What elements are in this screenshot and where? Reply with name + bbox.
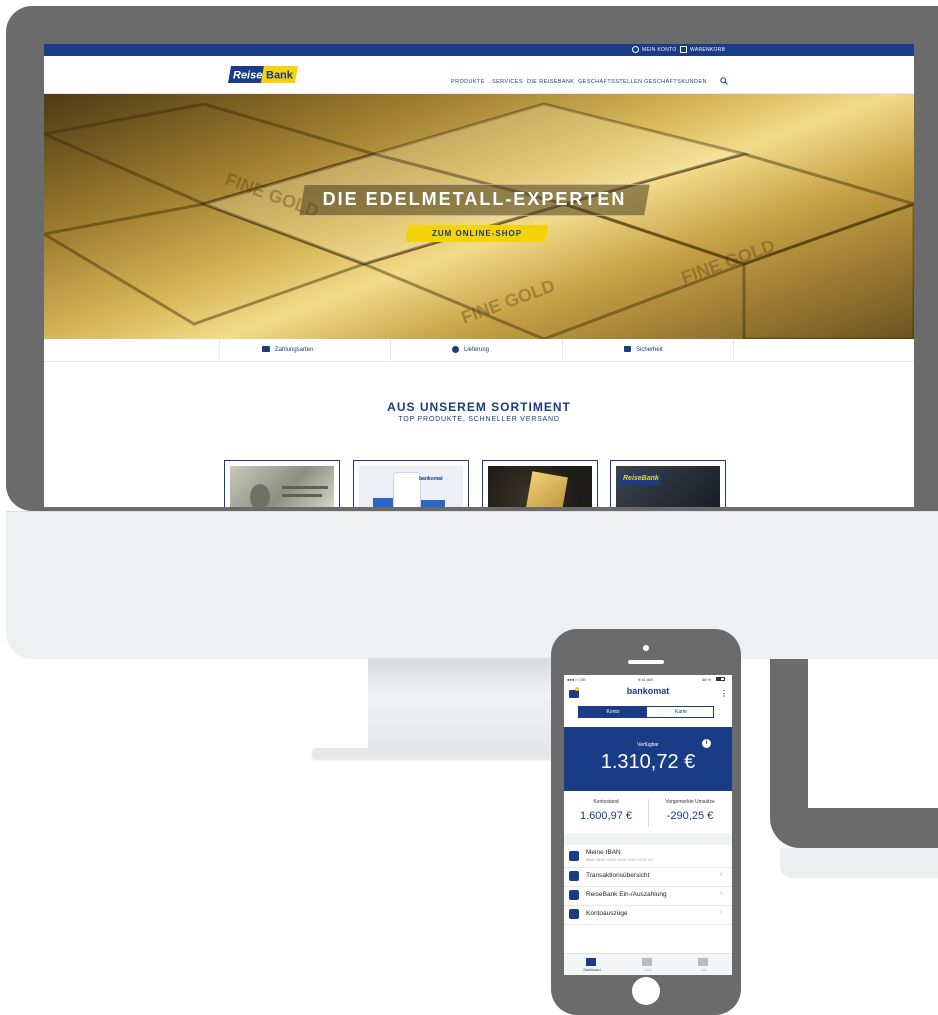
- iban-value: IBAN: DEXX XXXX XXXX XXXX XXXX XX: [586, 858, 653, 862]
- reisebank-logo[interactable]: Reise Bank: [228, 66, 298, 83]
- monitor-chin: [6, 511, 938, 659]
- app-name: bankomat: [626, 686, 670, 696]
- tablet-bottom: [780, 848, 938, 878]
- product-card-bankomat[interactable]: bankomat: [353, 460, 469, 507]
- battery-icon: [716, 677, 725, 681]
- nav-info[interactable]: Info: [676, 954, 732, 975]
- available-balance: 1.310,72 €: [600, 751, 696, 773]
- nav-die-reisebank[interactable]: DIE REISEBANK: [527, 79, 574, 85]
- bottom-navigation: Dashboard Geld Info: [564, 953, 732, 975]
- kontostand-value: 1.600,97 €: [580, 810, 632, 822]
- card-reisebank-text: ReiseBank: [623, 475, 659, 482]
- chevron-right-icon: ›: [720, 890, 723, 897]
- nav-dashboard-label: Dashboard: [583, 968, 601, 972]
- chart-icon: [569, 871, 579, 881]
- online-shop-button[interactable]: ZUM ONLINE-SHOP: [407, 225, 547, 242]
- bankomat-app-image: bankomat: [359, 466, 463, 507]
- iban-label: Meine IBAN: [586, 849, 621, 856]
- iban-icon: [569, 851, 579, 861]
- info-bar: Zahlungsarten Lieferung Sicherheit: [44, 339, 914, 362]
- section-title: AUS UNSEREM SORTIMENT: [387, 400, 571, 414]
- cash-icon: [569, 890, 579, 900]
- lock-icon: [624, 346, 631, 353]
- dashboard-icon: [586, 958, 596, 966]
- website-screen: MEIN KONTO WARENKORB Reise Bank PRODUKTE…: [44, 44, 914, 507]
- credit-card-icon: [262, 346, 270, 353]
- list-item-transactions[interactable]: Transaktionsübersicht ›: [564, 867, 732, 887]
- gold-bar-image: [488, 466, 592, 507]
- list-item-deposit[interactable]: ReiseBank Ein-/Auszahlung ›: [564, 886, 732, 906]
- main-navigation: Reise Bank PRODUKTE SERVICES DIE REISEBA…: [44, 56, 914, 94]
- money-icon: [642, 958, 652, 966]
- nav-dashboard[interactable]: Dashboard: [564, 954, 620, 975]
- product-card-gold[interactable]: [482, 460, 598, 507]
- tab-konto[interactable]: Konto: [579, 707, 647, 717]
- monitor-stand: [368, 658, 568, 750]
- nav-geschaeftskunden[interactable]: GESCHÄFTSKUNDEN: [644, 79, 707, 85]
- logo-reise: Reise: [233, 70, 262, 82]
- nav-geschaeftsstellen[interactable]: GESCHÄFTSSTELLEN: [578, 79, 642, 85]
- nav-produkte[interactable]: PRODUKTE: [451, 79, 485, 85]
- my-account-link[interactable]: MEIN KONTO: [642, 44, 677, 56]
- list-item-statements[interactable]: Kontoauszüge ›: [564, 905, 732, 925]
- cart-link[interactable]: WARENKORB: [690, 44, 725, 56]
- battery-level: 58 %: [702, 677, 712, 682]
- more-menu-icon[interactable]: ⋮: [720, 689, 728, 698]
- svg-text:FINE GOLD: FINE GOLD: [679, 235, 778, 287]
- info-sicherheit[interactable]: Sicherheit: [624, 339, 663, 361]
- product-card-currency[interactable]: [224, 460, 340, 507]
- reisebank-card-image: ReiseBank: [616, 466, 720, 507]
- phone-speaker: [628, 660, 664, 664]
- user-icon[interactable]: [632, 46, 639, 53]
- bankomat-app-screen: ●●●○○ DE 9:41 AM 58 % bankomat ⋮ Konto K…: [564, 675, 732, 975]
- statements-label: Kontoauszüge: [586, 910, 628, 917]
- chevron-right-icon: ›: [720, 909, 723, 916]
- transfer-icon: [698, 958, 708, 966]
- search-icon[interactable]: [720, 77, 728, 85]
- status-bar: ●●●○○ DE 9:41 AM 58 %: [564, 675, 732, 684]
- info-icon[interactable]: i: [702, 739, 711, 748]
- hero-banner: FINE GOLD FINE GOLD FINE GOLD DIE EDELME…: [44, 94, 914, 339]
- logo-bank: Bank: [266, 70, 294, 82]
- phone-camera: [643, 645, 649, 651]
- nav-geld-label: Geld: [644, 968, 652, 972]
- pending-label: Vorgemerkte Umsätze: [665, 799, 715, 805]
- tab-karte[interactable]: Karte: [647, 707, 715, 717]
- info-lieferung[interactable]: Lieferung: [452, 339, 489, 361]
- gold-bars-image: FINE GOLD FINE GOLD FINE GOLD: [44, 102, 914, 339]
- hero-title: DIE EDELMETALL-EXPERTEN: [322, 189, 627, 209]
- nav-services[interactable]: SERVICES: [492, 79, 523, 85]
- document-icon: [569, 909, 579, 919]
- section-subtitle: TOP PRODUKTE, SCHNELLER VERSAND: [398, 416, 560, 423]
- cart-icon[interactable]: [680, 46, 687, 53]
- card-bankomat-text: bankomat: [419, 476, 443, 482]
- dollar-bills-image: [230, 466, 334, 507]
- home-button[interactable]: [632, 977, 660, 1005]
- chevron-right-icon: ›: [720, 871, 723, 878]
- svg-text:FINE GOLD: FINE GOLD: [459, 275, 558, 327]
- pending-value: -290,25 €: [666, 810, 714, 822]
- carrier-signal: ●●●○○ DE: [567, 677, 586, 682]
- box-icon: [452, 345, 459, 353]
- nav-geld[interactable]: Geld: [620, 954, 676, 975]
- list-item-iban[interactable]: Meine IBAN IBAN: DEXX XXXX XXXX XXXX XXX…: [564, 845, 732, 868]
- deposit-label: ReiseBank Ein-/Auszahlung: [586, 891, 667, 898]
- utility-bar: MEIN KONTO WARENKORB: [44, 44, 914, 56]
- kontostand-label: Kontostand: [593, 799, 619, 805]
- account-tabs: Konto Karte: [578, 706, 714, 718]
- info-lieferung-label: Lieferung: [464, 347, 490, 353]
- info-sicherheit-label: Sicherheit: [636, 347, 663, 353]
- info-zahlungsarten[interactable]: Zahlungsarten: [262, 339, 313, 361]
- product-card-reisebank-card[interactable]: ReiseBank: [610, 460, 726, 507]
- status-time: 9:41 AM: [638, 677, 653, 682]
- nav-info-label: Info: [701, 968, 707, 972]
- transactions-label: Transaktionsübersicht: [586, 872, 650, 879]
- info-zahlungsarten-label: Zahlungsarten: [275, 347, 314, 353]
